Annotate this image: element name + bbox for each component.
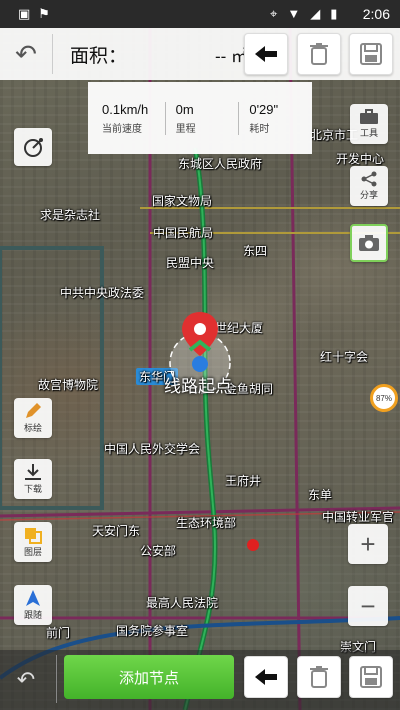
floppy-disk-icon bbox=[360, 43, 382, 65]
distance-value: 0m bbox=[175, 101, 194, 117]
speed-stat: 0.1km/h 当前速度 bbox=[88, 102, 165, 135]
place-label: 王府井 bbox=[225, 474, 262, 488]
place-label: 红十字会 bbox=[320, 350, 369, 364]
place-label: 开发中心 bbox=[336, 152, 385, 166]
camera-button[interactable] bbox=[350, 224, 388, 262]
distance-label: 里程 bbox=[175, 123, 196, 135]
place-label: 东单 bbox=[308, 488, 333, 502]
place-label: 中国民航局 bbox=[153, 226, 214, 240]
status-time: 2:06 bbox=[362, 6, 390, 22]
area-label: 面积： bbox=[70, 45, 128, 67]
place-label: 天安门东 bbox=[92, 524, 141, 538]
satellite-dish-icon bbox=[24, 138, 43, 157]
place-label: 中共中央政法委 bbox=[60, 286, 145, 300]
share-label: 分享 bbox=[359, 190, 378, 200]
bottom-undo-button[interactable]: ↶ bbox=[6, 662, 46, 698]
battery-percent: 87% bbox=[375, 393, 392, 403]
zoom-out-icon: − bbox=[360, 590, 376, 621]
bottom-back-arrow-button[interactable] bbox=[244, 656, 288, 698]
share-icon bbox=[361, 171, 377, 187]
zoom-out-button[interactable]: − bbox=[348, 586, 388, 626]
place-label: 故宫博物院 bbox=[38, 378, 99, 392]
share-button[interactable]: 分享 bbox=[350, 166, 388, 206]
divider bbox=[52, 34, 53, 74]
duration-stat: 0'29" 耗时 bbox=[238, 101, 312, 135]
layers-icon bbox=[25, 528, 42, 544]
place-label: 中国人民外交学会 bbox=[104, 442, 201, 456]
follow-label: 跟随 bbox=[23, 610, 42, 620]
toolbox-icon bbox=[360, 109, 378, 124]
layers-button[interactable]: 图层 bbox=[14, 522, 52, 562]
divider bbox=[56, 655, 57, 703]
tools-label: 工具 bbox=[359, 128, 378, 138]
follow-button[interactable]: 跟随 bbox=[14, 585, 52, 625]
location-icon: ⌖ bbox=[270, 6, 278, 21]
duration-value: 0'29" bbox=[249, 101, 279, 117]
camera-icon bbox=[359, 235, 379, 251]
place-label: 东四 bbox=[243, 244, 268, 258]
compass-button[interactable] bbox=[14, 128, 52, 166]
place-label: 最高人民法院 bbox=[146, 596, 219, 610]
area-value: -- ㎡ bbox=[214, 46, 248, 66]
place-label: 中国转业军官 bbox=[322, 510, 395, 524]
arrow-left-icon bbox=[255, 46, 277, 62]
download-button[interactable]: 下载 bbox=[14, 459, 52, 499]
delete-button[interactable] bbox=[297, 33, 341, 75]
layers-label: 图层 bbox=[23, 547, 42, 557]
bottom-save-button[interactable] bbox=[349, 656, 393, 698]
signal-icon: ◢ bbox=[310, 6, 321, 21]
status-bar: ▣ ⚑ 2:06 bbox=[0, 0, 400, 28]
zoom-in-icon: + bbox=[360, 528, 376, 559]
undo-icon: ↶ bbox=[15, 38, 37, 69]
speed-value: 0.1km/h bbox=[102, 101, 149, 117]
mark-button[interactable]: 标绘 bbox=[14, 398, 52, 438]
duration-label: 耗时 bbox=[249, 123, 270, 135]
pencil-icon bbox=[26, 403, 41, 418]
status-icons: ⌖ ▼ ◢ ▮ bbox=[270, 6, 337, 22]
place-label: 民盟中央 bbox=[166, 256, 215, 270]
place-label: 东城区人民政府 bbox=[178, 157, 263, 171]
distance-stat: 0m 里程 bbox=[164, 101, 239, 135]
tools-button[interactable]: 工具 bbox=[350, 104, 388, 144]
download-icon bbox=[25, 464, 41, 480]
battery-icon: ▮ bbox=[330, 6, 338, 21]
undo-icon: ↶ bbox=[16, 667, 36, 692]
mark-label: 标绘 bbox=[23, 423, 42, 433]
gps-accuracy-gauge: 87% bbox=[370, 384, 398, 412]
trash-icon bbox=[310, 666, 328, 688]
navigation-arrow-icon bbox=[26, 590, 40, 606]
place-label: 公安部 bbox=[140, 544, 177, 558]
save-button[interactable] bbox=[349, 33, 393, 75]
download-label: 下载 bbox=[23, 484, 42, 494]
place-label: 国务院参事室 bbox=[116, 624, 189, 638]
trash-icon bbox=[310, 43, 328, 65]
place-label: 国家文物局 bbox=[152, 194, 213, 208]
flag-icon: ⚑ bbox=[38, 6, 50, 21]
undo-button[interactable]: ↶ bbox=[0, 28, 52, 80]
add-node-button[interactable]: 添加节点 bbox=[64, 655, 234, 699]
zoom-in-button[interactable]: + bbox=[348, 524, 388, 564]
speed-label: 当前速度 bbox=[102, 123, 142, 135]
place-label: 求是杂志社 bbox=[40, 208, 101, 222]
floppy-disk-icon bbox=[360, 666, 382, 688]
back-arrow-button[interactable] bbox=[244, 33, 288, 75]
arrow-left-icon bbox=[255, 669, 277, 685]
notification-icon: ▣ bbox=[18, 6, 31, 21]
wifi-icon: ▼ bbox=[287, 6, 301, 21]
place-label: 前门 bbox=[46, 626, 71, 640]
place-label: 生态环境部 bbox=[176, 516, 237, 530]
route-start-label: 线路起点 bbox=[164, 377, 232, 396]
tracking-stats-panel: 0.1km/h 当前速度 0m 里程 0'29" 耗时 bbox=[88, 82, 312, 154]
route-start-marker[interactable]: 线路起点 bbox=[160, 308, 240, 398]
bottom-delete-button[interactable] bbox=[297, 656, 341, 698]
